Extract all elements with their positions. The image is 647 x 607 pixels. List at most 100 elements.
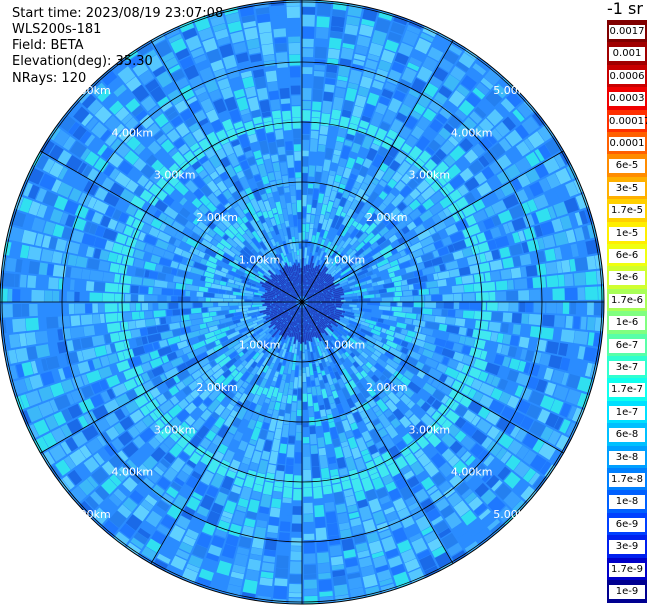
colorbar-tick-label: 3e-9 [609, 540, 645, 555]
beam-gate [70, 326, 85, 339]
beam-gate [8, 288, 13, 302]
colorbar: 0.0017 0.001 0.0006 0.0003 0.00017 0.0001 6e-5… [607, 20, 647, 607]
beam-gate [304, 588, 318, 596]
beam-gate [113, 273, 121, 283]
beam-gate [295, 432, 302, 441]
colorbar-unit-label: -1 sr [607, 0, 643, 18]
beam-gate [296, 409, 302, 416]
beam-gate [326, 64, 338, 74]
beam-gate [302, 428, 310, 436]
beam-gate [214, 293, 223, 298]
beam-gate [498, 302, 509, 312]
beam-gate [166, 295, 171, 302]
beam-gate [291, 402, 297, 412]
colorbar-tick-label: 6e-6 [609, 249, 645, 263]
beam-gate [432, 308, 442, 316]
beam-gate [394, 291, 403, 297]
beam-gate [546, 340, 559, 355]
colorbar-tick-label: 0.001 [609, 47, 645, 62]
beam-gate [268, 516, 280, 526]
colorbar-tick-label: 0.0003 [609, 92, 645, 107]
colorbar-tick-label: 3e-7 [609, 361, 645, 375]
beam-gate [302, 38, 314, 48]
beam-gate [573, 272, 586, 286]
beam-gate [329, 545, 343, 557]
beam-gate [311, 117, 320, 131]
beam-gate [495, 291, 507, 301]
beam-gate [325, 511, 337, 524]
colorbar-tick-label: 6e-7 [609, 338, 645, 353]
beam-gate [312, 477, 322, 488]
beam-gate [94, 324, 107, 335]
beam-gate [279, 521, 291, 532]
beam-gate [171, 296, 178, 302]
beam-gate [38, 317, 47, 330]
beam-gate [294, 151, 301, 161]
beam-gate [525, 302, 533, 313]
beam-gate [352, 299, 359, 302]
beam-gate [198, 297, 205, 302]
beam-gate [161, 288, 174, 296]
beam-gate [594, 317, 604, 332]
beam-gate [310, 375, 315, 381]
beam-gate [302, 218, 306, 224]
beam-gate [290, 85, 301, 95]
beam-gate [135, 319, 146, 329]
beam-gate [303, 496, 313, 503]
beam-gate [293, 144, 301, 152]
beam-gate [110, 332, 120, 343]
beam-gate [259, 32, 273, 45]
beam-gate [580, 316, 587, 330]
beam-gate [85, 303, 93, 314]
beam-gate [93, 281, 106, 292]
beam-gate [274, 481, 284, 488]
beam-gate [158, 302, 168, 310]
beam-gate [104, 282, 119, 293]
beam-gate [303, 444, 311, 457]
beam-gate [48, 277, 59, 290]
beam-gate [526, 277, 533, 289]
beam-gate [302, 121, 311, 134]
beam-gate [463, 284, 474, 293]
beam-gate [273, 585, 288, 600]
range-ring-label: 1.00km [239, 254, 281, 267]
beam-gate [306, 204, 312, 214]
beam-gate [533, 302, 546, 313]
colorbar-tick-label: 6e-9 [609, 517, 645, 532]
beam-gate [318, 572, 332, 580]
beam-gate [573, 316, 581, 330]
beam-gate [320, 467, 330, 479]
beam-gate [166, 309, 173, 317]
beam-gate [271, 110, 282, 119]
beam-gate [75, 256, 88, 268]
colorbar-tick-label: 0.0006 [609, 69, 645, 84]
beam-gate [529, 289, 541, 301]
beam-gate [321, 100, 333, 114]
beam-gate [272, 491, 283, 499]
beam-gate [124, 294, 131, 302]
beam-gate [315, 165, 323, 173]
beam-gate [273, 28, 287, 38]
beam-gate [287, 167, 295, 178]
beam-gate [330, 555, 344, 566]
beam-gate [92, 303, 99, 313]
beam-gate [126, 266, 136, 276]
beam-gate [83, 325, 96, 337]
beam-gate [139, 286, 149, 294]
beam-gate [290, 551, 302, 561]
beam-gate [561, 259, 571, 273]
beam-gate [302, 436, 310, 444]
beam-gate [402, 290, 413, 296]
beam-gate [27, 246, 42, 261]
beam-gate [327, 456, 337, 465]
beam-gate [381, 297, 393, 302]
beam-gate [131, 276, 143, 286]
beam-gate [12, 318, 27, 333]
beam-gate [302, 139, 310, 151]
beam-gate [473, 283, 482, 292]
beam-gate [25, 332, 37, 346]
beam-gate [274, 578, 288, 587]
beam-gate [283, 473, 293, 488]
beam-gate [12, 304, 22, 318]
beam-gate [271, 498, 282, 509]
